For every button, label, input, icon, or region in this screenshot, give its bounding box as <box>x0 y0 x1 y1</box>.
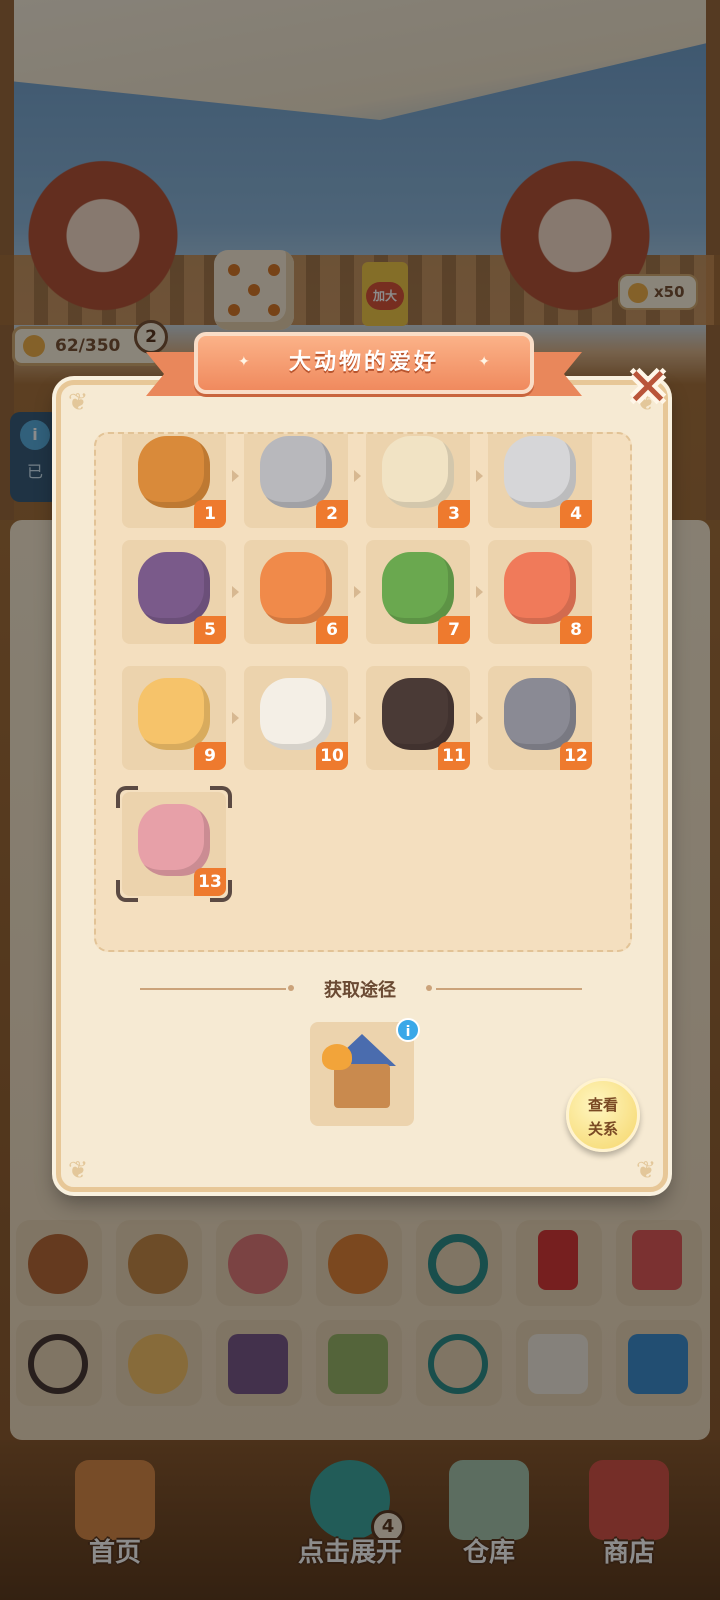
corner-ornament: ❦ <box>67 388 89 416</box>
cat-icon <box>322 1044 352 1070</box>
chain-item-cell[interactable]: 1 <box>122 434 226 528</box>
dog-keychain-icon <box>260 678 332 750</box>
info-icon[interactable]: i <box>396 1018 420 1042</box>
chain-item-number: 3 <box>438 500 470 528</box>
chain-item-number: 2 <box>316 500 348 528</box>
chain-item-cell[interactable]: 5 <box>122 540 226 644</box>
ribbon-body: ✦ 大动物的爱好 ✦ <box>194 332 534 394</box>
chain-item-number: 6 <box>316 616 348 644</box>
raccoon-keychain-icon <box>260 436 332 508</box>
chain-arrow-icon <box>232 470 239 482</box>
chain-item-cell[interactable]: 12 <box>488 666 592 770</box>
fox-keychain-icon <box>260 552 332 624</box>
selection-bracket <box>116 786 138 808</box>
chain-item-cell[interactable]: 3 <box>366 434 470 528</box>
selection-bracket <box>210 880 232 902</box>
rainbow-wings-icon <box>138 678 210 750</box>
night-book-icon <box>138 552 210 624</box>
chain-arrow-icon <box>354 712 361 724</box>
divider-dot <box>426 985 432 991</box>
chain-item-number: 9 <box>194 742 226 770</box>
corner-ornament: ❦ <box>67 1156 89 1184</box>
octopus-keychain-icon <box>504 552 576 624</box>
chain-item-cell[interactable]: 10 <box>244 666 348 770</box>
chain-arrow-icon <box>232 712 239 724</box>
selection-bracket <box>116 880 138 902</box>
corner-ornament: ❦ <box>635 1156 657 1184</box>
gray-cat-keychain-icon <box>504 678 576 750</box>
takoyaki-tray-icon <box>382 552 454 624</box>
source-building-cell[interactable]: i <box>310 1018 420 1126</box>
close-icon: ✕ <box>626 358 670 418</box>
girl-portrait-keychain-icon <box>138 804 210 876</box>
cat-keychain-icon <box>504 436 576 508</box>
close-button[interactable]: ✕ <box>620 360 676 416</box>
chain-item-cell[interactable]: 11 <box>366 666 470 770</box>
dialog-title-ribbon: ✦ 大动物的爱好 ✦ <box>146 332 582 402</box>
divider-line-right <box>436 988 582 990</box>
chain-item-number: 7 <box>438 616 470 644</box>
chain-item-number: 12 <box>560 742 592 770</box>
chain-item-number: 4 <box>560 500 592 528</box>
chain-arrow-icon <box>476 586 483 598</box>
chain-arrow-icon <box>476 470 483 482</box>
chain-item-cell[interactable]: 9 <box>122 666 226 770</box>
sparkle-icon: ✦ <box>478 354 490 370</box>
chain-item-cell[interactable]: 4 <box>488 434 592 528</box>
chain-item-number: 10 <box>316 742 348 770</box>
view-relation-line1: 查看 <box>587 1096 618 1114</box>
infinity-bracelet-icon <box>382 678 454 750</box>
chain-item-number: 5 <box>194 616 226 644</box>
chain-item-cell[interactable]: 7 <box>366 540 470 644</box>
cat-house-icon <box>334 1064 390 1108</box>
chain-arrow-icon <box>232 586 239 598</box>
view-relation-button[interactable]: 查看 关系 <box>566 1078 640 1152</box>
chain-item-cell[interactable]: 2 <box>244 434 348 528</box>
view-relation-line2: 关系 <box>587 1120 618 1138</box>
chain-item-cell[interactable]: 6 <box>244 540 348 644</box>
chain-item-number: 8 <box>560 616 592 644</box>
chain-arrow-icon <box>354 586 361 598</box>
chain-arrow-icon <box>476 712 483 724</box>
chain-item-number: 11 <box>438 742 470 770</box>
chain-arrow-icon <box>354 470 361 482</box>
snack-basket-icon <box>138 436 210 508</box>
chain-item-cell[interactable]: 8 <box>488 540 592 644</box>
merge-chain-grid: 1 2 3 4 5 6 7 8 9 10 11 12 13 <box>94 432 632 952</box>
go-board-icon <box>382 436 454 508</box>
selection-bracket <box>210 786 232 808</box>
chain-item-number: 1 <box>194 500 226 528</box>
